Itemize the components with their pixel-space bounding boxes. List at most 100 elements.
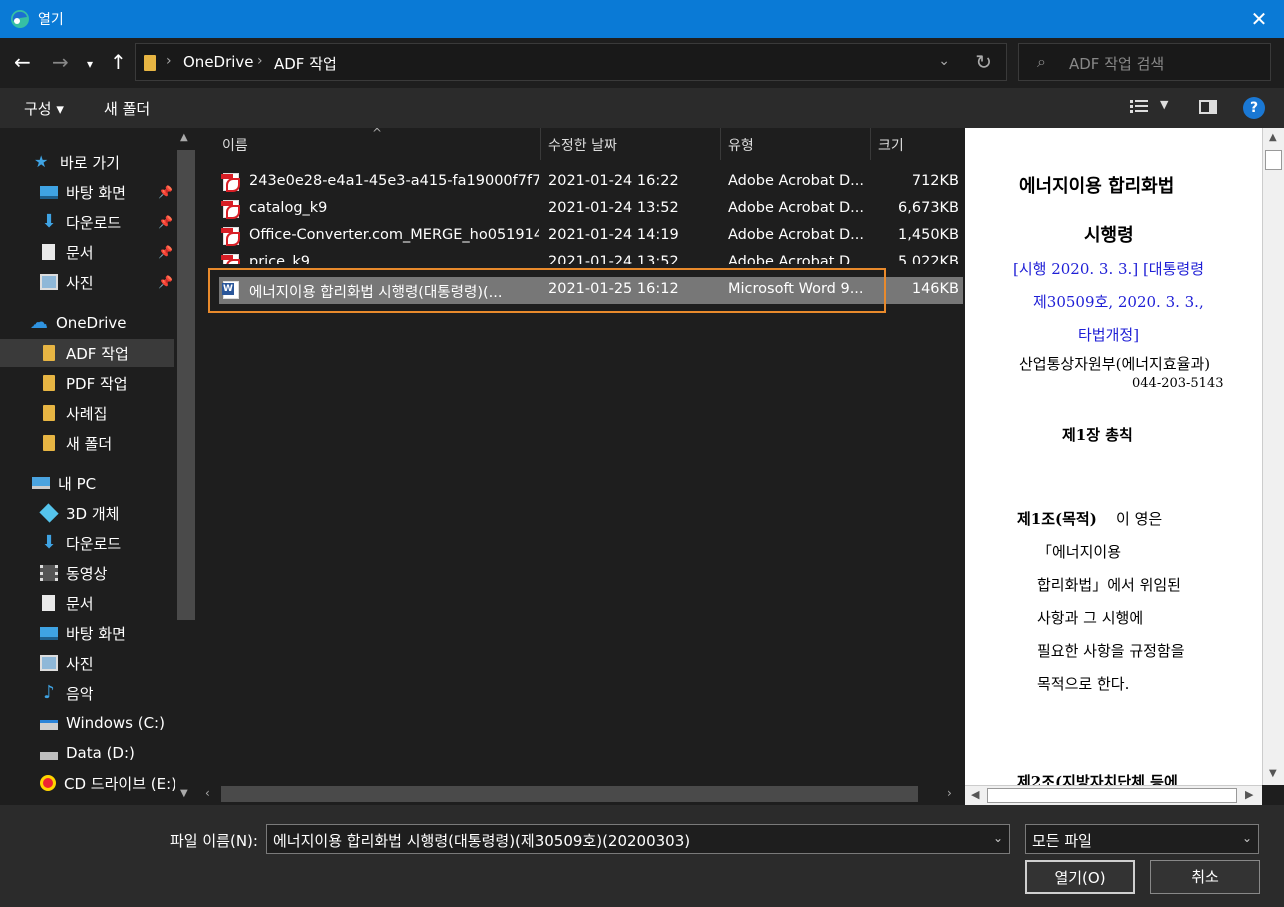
scroll-up-icon[interactable]: ▲ <box>180 132 188 143</box>
file-list-hscrollbar[interactable]: ‹ › <box>197 783 965 805</box>
column-divider[interactable] <box>870 128 871 160</box>
sidebar-item-casebook[interactable]: 사례집 <box>0 399 174 427</box>
sidebar-item-adf[interactable]: ADF 작업 <box>0 339 174 367</box>
sidebar-item-drive-d[interactable]: Data (D:) <box>0 739 174 767</box>
scroll-up-icon[interactable]: ▲ <box>1269 132 1277 143</box>
scroll-left-icon[interactable]: ‹ <box>205 786 210 800</box>
folder-icon <box>43 405 55 421</box>
column-divider[interactable] <box>720 128 721 160</box>
sidebar-item-new-folder[interactable]: 새 폴더 <box>0 429 174 457</box>
pin-icon: 📌 <box>158 275 173 289</box>
file-size: 1,450KB <box>898 227 959 243</box>
preview-vscrollbar[interactable]: ▲ ▼ <box>1262 128 1284 785</box>
command-toolbar: 구성 ▾ 새 폴더 ▼ ? <box>0 88 1284 128</box>
filename-value: 에너지이용 합리화법 시행령(대통령령)(제30509호)(20200303) <box>273 832 691 850</box>
sidebar-item-this-pc[interactable]: 내 PC <box>0 469 174 497</box>
sidebar-item-downloads[interactable]: ⬇ 다운로드 📌 <box>0 208 174 236</box>
column-headers: ^ 이름 수정한 날짜 유형 크기 <box>197 126 965 160</box>
column-size[interactable]: 크기 <box>878 135 904 155</box>
file-list-scroll-thumb[interactable] <box>221 786 918 802</box>
pin-icon: 📌 <box>158 215 173 229</box>
file-date: 2021-01-24 13:52 <box>548 200 679 216</box>
sidebar-item-desktop-pc[interactable]: 바탕 화면 <box>0 619 174 647</box>
file-size: 146KB <box>911 281 959 297</box>
organize-button[interactable]: 구성 ▾ <box>24 98 64 119</box>
open-button[interactable]: 열기(O) <box>1025 860 1135 894</box>
sidebar-item-downloads-pc[interactable]: ⬇ 다운로드 <box>0 529 174 557</box>
folder-icon <box>144 55 156 71</box>
chevron-down-icon[interactable]: ⌄ <box>1242 831 1252 845</box>
folder-icon <box>43 435 55 451</box>
new-folder-button[interactable]: 새 폴더 <box>104 98 150 119</box>
breadcrumb-adf[interactable]: ADF 작업 <box>274 53 337 74</box>
dialog-footer: 파일 이름(N): 에너지이용 합리화법 시행령(대통령령)(제30509호)(… <box>0 805 1284 907</box>
pin-icon: 📌 <box>158 185 173 199</box>
column-divider[interactable] <box>540 128 541 160</box>
scroll-right-icon[interactable]: ▶ <box>1245 788 1253 801</box>
sidebar-item-cd-drive[interactable]: CD 드라이브 (E:) <box>0 769 177 797</box>
back-icon[interactable]: ← <box>14 52 31 72</box>
view-options-icon[interactable] <box>1130 99 1148 115</box>
chevron-down-icon[interactable]: ⌄ <box>993 831 1003 845</box>
sidebar-item-documents[interactable]: 문서 📌 <box>0 238 174 266</box>
search-box[interactable]: ⌕ ADF 작업 검색 <box>1018 43 1271 81</box>
sidebar-item-desktop[interactable]: 바탕 화면 📌 <box>0 178 174 206</box>
sidebar-item-3d-objects[interactable]: 3D 개체 <box>0 499 174 527</box>
pdf-file-icon <box>221 173 240 192</box>
filename-input[interactable]: 에너지이용 합리화법 시행령(대통령령)(제30509호)(20200303) … <box>266 824 1010 854</box>
sidebar-scroll-thumb[interactable] <box>177 150 195 620</box>
address-bar[interactable]: › OneDrive › ADF 작업 ⌄ ↻ <box>135 43 1007 81</box>
scroll-down-icon[interactable]: ▼ <box>1269 768 1277 779</box>
sidebar-item-onedrive[interactable]: ☁ OneDrive <box>0 309 174 337</box>
column-type[interactable]: 유형 <box>728 135 754 155</box>
file-row[interactable]: catalog_k9 2021-01-24 13:52 Adobe Acroba… <box>219 196 963 223</box>
sidebar-item-drive-c[interactable]: Windows (C:) <box>0 709 174 737</box>
chevron-down-icon[interactable]: ⌄ <box>938 53 950 69</box>
scroll-right-icon[interactable]: › <box>947 786 952 800</box>
chevron-right-icon: › <box>257 53 263 69</box>
sidebar-item-quick-access[interactable]: ★ 바로 가기 <box>0 148 174 176</box>
navigation-pane: ★ 바로 가기 바탕 화면 📌 ⬇ 다운로드 📌 문서 📌 사진 📌 ☁ OneDrive A… <box>0 128 197 805</box>
refresh-icon[interactable]: ↻ <box>975 50 992 74</box>
preview-pane-icon[interactable] <box>1199 100 1217 114</box>
column-name[interactable]: 이름 <box>222 135 248 155</box>
sidebar-item-music[interactable]: ♪ 음악 <box>0 679 174 707</box>
sidebar-item-pictures[interactable]: 사진 📌 <box>0 268 174 296</box>
column-date[interactable]: 수정한 날짜 <box>548 135 617 155</box>
forward-icon[interactable]: → <box>52 52 69 72</box>
recent-locations-chevron-icon[interactable]: ▾ <box>87 54 93 74</box>
cd-icon <box>40 775 56 791</box>
sidebar-item-videos[interactable]: 동영상 <box>0 559 174 587</box>
close-icon[interactable]: ✕ <box>1248 8 1270 30</box>
file-size: 6,673KB <box>898 200 959 216</box>
file-row[interactable]: 243e0e28-e4a1-45e3-a415-fa19000f7f7d... … <box>219 169 963 196</box>
pdf-file-icon <box>221 254 240 264</box>
file-date: 2021-01-24 16:22 <box>548 173 679 189</box>
scroll-left-icon[interactable]: ◀ <box>971 788 979 801</box>
sort-ascending-icon: ^ <box>372 126 383 140</box>
preview-hscrollbar[interactable]: ◀ ▶ <box>965 785 1262 805</box>
preview-scroll-thumb[interactable] <box>1265 150 1282 170</box>
preview-hscroll-thumb[interactable] <box>987 788 1237 803</box>
filetype-select[interactable]: 모든 파일 ⌄ <box>1025 824 1259 854</box>
file-size: 712KB <box>911 173 959 189</box>
preview-article1-heading: 제1조(목적) <box>1017 510 1097 528</box>
chevron-right-icon: › <box>166 53 172 69</box>
view-dropdown-icon[interactable]: ▼ <box>1160 98 1168 111</box>
file-type: Adobe Acrobat D... <box>728 173 865 189</box>
help-icon[interactable]: ? <box>1243 97 1265 119</box>
up-icon[interactable]: ↑ <box>110 52 127 72</box>
file-row[interactable]: Office-Converter.com_MERGE_ho051914 2021… <box>219 223 963 250</box>
sidebar-item-pdf[interactable]: PDF 작업 <box>0 369 174 397</box>
drive-icon <box>40 720 58 730</box>
pictures-icon <box>40 655 58 671</box>
window-title: 열기 <box>38 12 64 28</box>
cancel-button[interactable]: 취소 <box>1150 860 1260 894</box>
sidebar-scrollbar[interactable]: ▲ ▼ <box>175 128 197 805</box>
file-row[interactable]: price_k9 2021-01-24 13:52 Adobe Acrobat … <box>219 250 963 264</box>
breadcrumb-onedrive[interactable]: OneDrive <box>183 53 254 71</box>
sidebar-item-documents-pc[interactable]: 문서 <box>0 589 174 617</box>
selection-highlight-box <box>208 268 886 313</box>
scroll-down-icon[interactable]: ▼ <box>180 788 188 799</box>
sidebar-item-pictures-pc[interactable]: 사진 <box>0 649 174 677</box>
